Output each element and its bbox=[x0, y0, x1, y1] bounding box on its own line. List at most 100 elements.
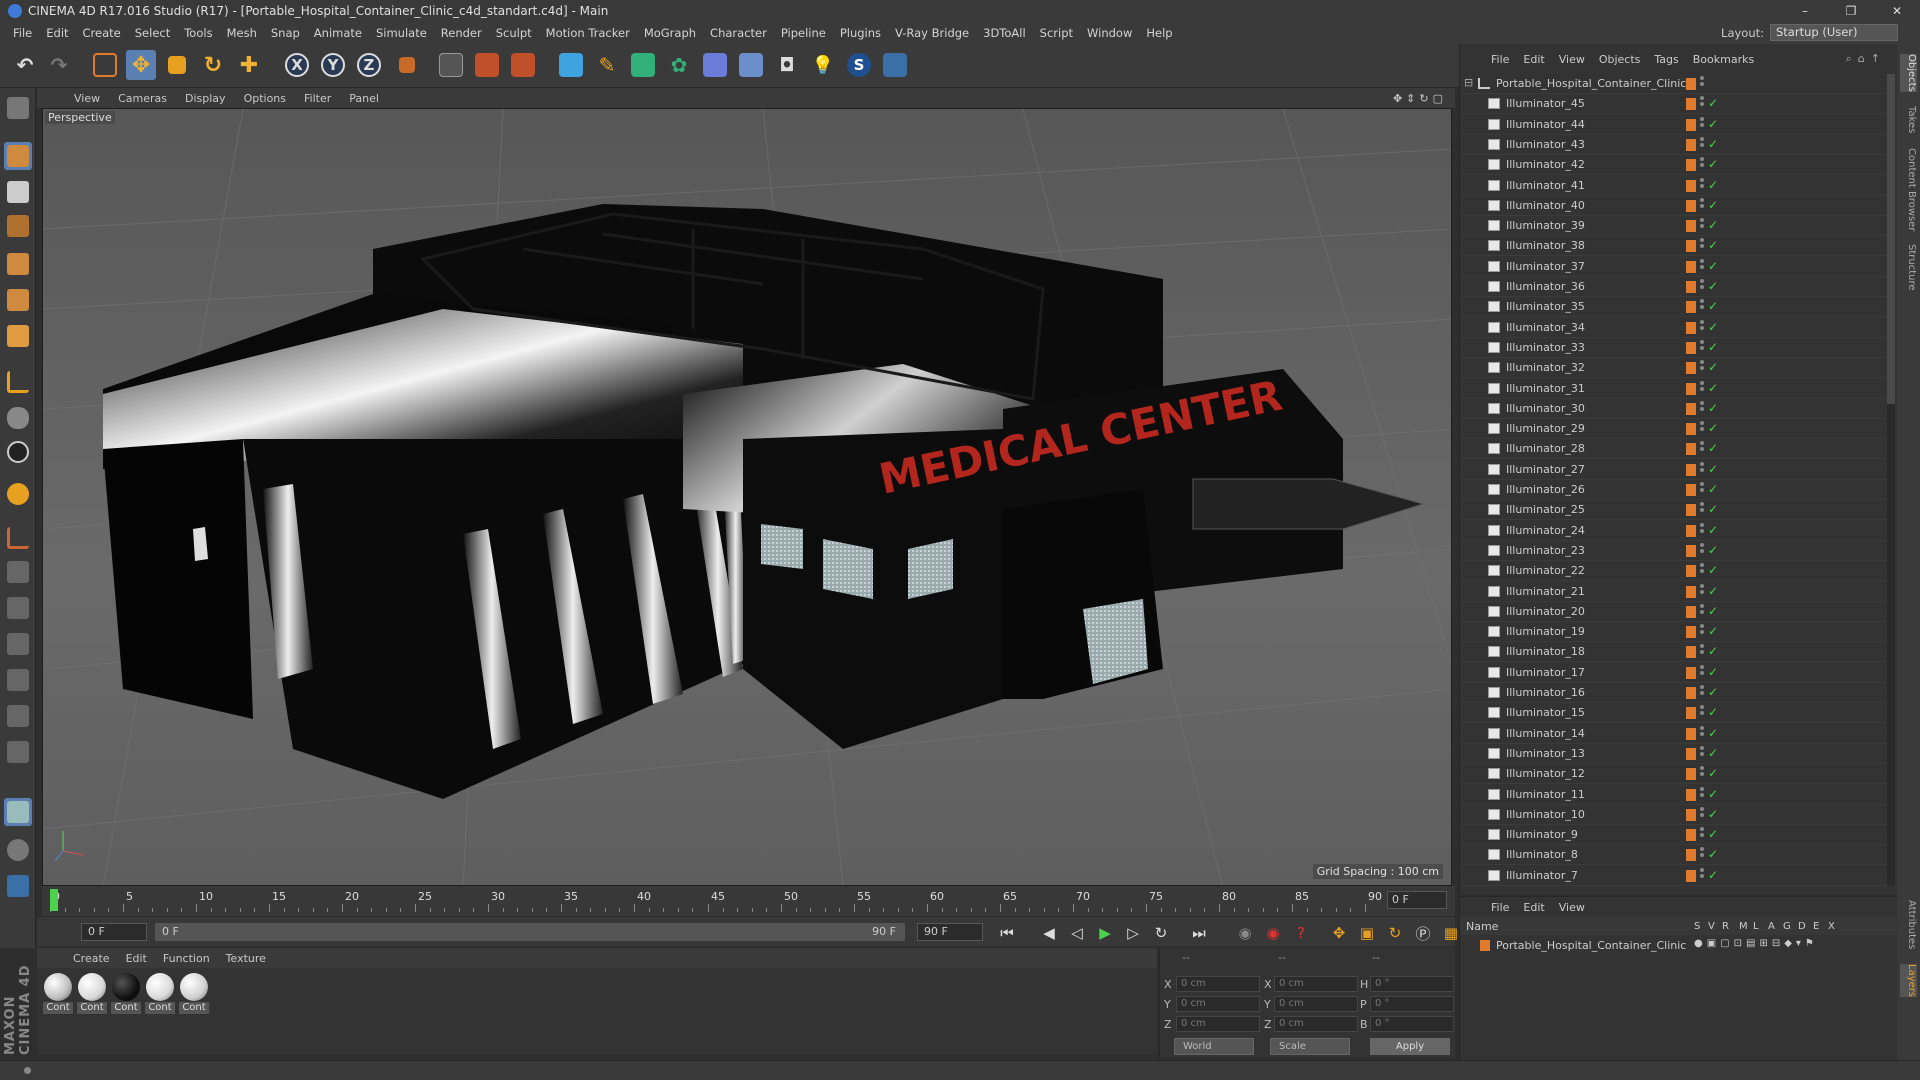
menu-snap[interactable]: Snap bbox=[264, 26, 307, 40]
layer-tag-icon[interactable] bbox=[1686, 768, 1696, 780]
om-menu-bookmarks[interactable]: Bookmarks bbox=[1686, 53, 1761, 66]
layer-tag-icon[interactable] bbox=[1686, 646, 1696, 658]
enabled-check-icon[interactable]: ✓ bbox=[1708, 482, 1718, 496]
menu-select[interactable]: Select bbox=[128, 26, 177, 40]
menu-animate[interactable]: Animate bbox=[307, 26, 369, 40]
sculpt-brush-1-button[interactable] bbox=[4, 558, 32, 586]
object-row[interactable]: Illuminator_18 ✓ bbox=[1460, 642, 1890, 662]
apply-button[interactable]: Apply bbox=[1370, 1038, 1450, 1055]
object-row[interactable]: Illuminator_15 ✓ bbox=[1460, 703, 1890, 723]
layer-tag-icon[interactable] bbox=[1686, 240, 1696, 252]
restore-button[interactable]: ❐ bbox=[1828, 0, 1874, 22]
object-row[interactable]: Illuminator_37 ✓ bbox=[1460, 257, 1890, 277]
play-button[interactable]: ▶ bbox=[1093, 922, 1117, 944]
layer-tag-icon[interactable] bbox=[1686, 849, 1696, 861]
visibility-dots-icon[interactable] bbox=[1700, 178, 1705, 194]
visibility-dots-icon[interactable] bbox=[1700, 360, 1705, 376]
keyframe-selection-button[interactable]: ? bbox=[1289, 922, 1313, 944]
menu-mesh[interactable]: Mesh bbox=[220, 26, 264, 40]
enabled-check-icon[interactable]: ✓ bbox=[1708, 238, 1718, 252]
position-y-field[interactable]: 0 cm bbox=[1176, 996, 1260, 1012]
layer-tag-icon[interactable] bbox=[1686, 484, 1696, 496]
layer-tag-icon[interactable] bbox=[1686, 383, 1696, 395]
object-row[interactable]: Illuminator_8 ✓ bbox=[1460, 845, 1890, 865]
sculpt-brush-3-button[interactable] bbox=[4, 630, 32, 658]
layer-tag-icon[interactable] bbox=[1686, 342, 1696, 354]
layer-tag-icon[interactable] bbox=[1686, 261, 1696, 273]
object-row[interactable]: Illuminator_34 ✓ bbox=[1460, 318, 1890, 338]
rotate-tool-button[interactable] bbox=[4, 836, 32, 864]
visibility-dots-icon[interactable] bbox=[1700, 218, 1705, 234]
visibility-dots-icon[interactable] bbox=[1700, 868, 1705, 884]
enabled-check-icon[interactable]: ✓ bbox=[1708, 746, 1718, 760]
edges-mode-button[interactable] bbox=[4, 286, 32, 314]
timeline[interactable]: 051015202530354045505560657075808590 0 F bbox=[42, 886, 1455, 916]
deformer-button[interactable] bbox=[700, 50, 730, 80]
menu-window[interactable]: Window bbox=[1080, 26, 1139, 40]
material-menu-function[interactable]: Function bbox=[155, 952, 218, 965]
material-swatch[interactable]: Cont bbox=[179, 973, 209, 1015]
visibility-dots-icon[interactable] bbox=[1700, 157, 1705, 173]
object-row[interactable]: Illuminator_13 ✓ bbox=[1460, 744, 1890, 764]
layer-tag-icon[interactable] bbox=[1686, 220, 1696, 232]
object-row[interactable]: Illuminator_38 ✓ bbox=[1460, 236, 1890, 256]
enabled-check-icon[interactable]: ✓ bbox=[1708, 259, 1718, 273]
tab-content-browser[interactable]: Content Browser bbox=[1900, 148, 1917, 231]
layer-tag-icon[interactable] bbox=[1686, 586, 1696, 598]
max-frame-field[interactable]: 90 F bbox=[917, 923, 983, 941]
layer-tag-icon[interactable] bbox=[1686, 626, 1696, 638]
size-x-field[interactable]: 0 cm bbox=[1274, 976, 1358, 992]
visibility-dots-icon[interactable] bbox=[1700, 746, 1705, 762]
layer-tag-icon[interactable] bbox=[1686, 545, 1696, 557]
object-row[interactable]: Illuminator_32 ✓ bbox=[1460, 358, 1890, 378]
menu-help[interactable]: Help bbox=[1139, 26, 1179, 40]
enabled-check-icon[interactable]: ✓ bbox=[1708, 299, 1718, 313]
material-menu-texture[interactable]: Texture bbox=[218, 952, 274, 965]
layer-tag-icon[interactable] bbox=[1686, 504, 1696, 516]
layer-tag-icon[interactable] bbox=[1686, 525, 1696, 537]
enabled-check-icon[interactable]: ✓ bbox=[1708, 787, 1718, 801]
layer-tag-icon[interactable] bbox=[1686, 200, 1696, 212]
object-row[interactable]: Illuminator_23 ✓ bbox=[1460, 541, 1890, 561]
sculpt-brush-6-button[interactable] bbox=[4, 738, 32, 766]
visibility-dots-icon[interactable] bbox=[1700, 482, 1705, 498]
enabled-check-icon[interactable]: ✓ bbox=[1708, 198, 1718, 212]
layer-tag-icon[interactable] bbox=[1686, 464, 1696, 476]
om-menu-tags[interactable]: Tags bbox=[1647, 53, 1685, 66]
layer-row[interactable]: Portable_Hospital_Container_Clinic ●▣▢⊡▤… bbox=[1460, 937, 1898, 955]
object-row[interactable]: Illuminator_16 ✓ bbox=[1460, 683, 1890, 703]
timeline-current-frame[interactable]: 0 F bbox=[1387, 891, 1447, 909]
visibility-dots-icon[interactable] bbox=[1700, 604, 1705, 620]
om-menu-view[interactable]: View bbox=[1552, 53, 1592, 66]
visibility-dots-icon[interactable] bbox=[1700, 117, 1705, 133]
layer-tag-icon[interactable] bbox=[1686, 809, 1696, 821]
enabled-check-icon[interactable]: ✓ bbox=[1708, 584, 1718, 598]
object-row[interactable]: Illuminator_7 ✓ bbox=[1460, 866, 1890, 886]
menu-pipeline[interactable]: Pipeline bbox=[774, 26, 833, 40]
key-rotation-button[interactable]: ↻ bbox=[1383, 922, 1407, 944]
array-button[interactable]: ✿ bbox=[664, 50, 694, 80]
layer-tag-icon[interactable] bbox=[1686, 301, 1696, 313]
object-row[interactable]: Illuminator_28 ✓ bbox=[1460, 439, 1890, 459]
object-row[interactable]: Illuminator_45 ✓ bbox=[1460, 94, 1890, 114]
axis-mode-button[interactable] bbox=[4, 368, 32, 396]
object-row[interactable]: Illuminator_33 ✓ bbox=[1460, 338, 1890, 358]
menu-edit[interactable]: Edit bbox=[39, 26, 75, 40]
rotation-p-field[interactable]: 0 ° bbox=[1370, 996, 1454, 1012]
menu-motion-tracker[interactable]: Motion Tracker bbox=[539, 26, 637, 40]
camera-button[interactable]: ◘ bbox=[772, 50, 802, 80]
layer-tag-icon[interactable] bbox=[1686, 98, 1696, 110]
enabled-check-icon[interactable]: ✓ bbox=[1708, 320, 1718, 334]
menu-script[interactable]: Script bbox=[1033, 26, 1080, 40]
object-row[interactable]: Illuminator_41 ✓ bbox=[1460, 176, 1890, 196]
enabled-check-icon[interactable]: ✓ bbox=[1708, 847, 1718, 861]
render-settings-button[interactable] bbox=[508, 50, 538, 80]
material-swatch[interactable]: Cont bbox=[145, 973, 175, 1015]
visibility-dots-icon[interactable] bbox=[1700, 705, 1705, 721]
viewport-menu-cameras[interactable]: Cameras bbox=[109, 92, 176, 105]
enabled-check-icon[interactable]: ✓ bbox=[1708, 827, 1718, 841]
coordinate-mode-dropdown[interactable]: Scale bbox=[1270, 1038, 1350, 1055]
object-row[interactable]: Illuminator_40 ✓ bbox=[1460, 196, 1890, 216]
visibility-dots-icon[interactable] bbox=[1700, 96, 1705, 112]
y-axis-button[interactable]: Y bbox=[318, 50, 348, 80]
